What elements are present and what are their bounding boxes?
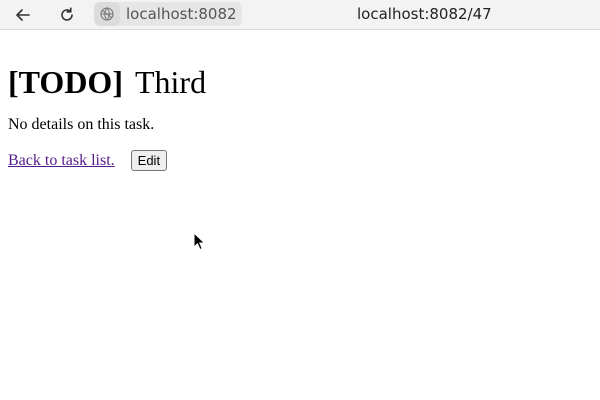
- task-name: Third: [134, 64, 207, 100]
- page-url-title: localhost:8082/47: [357, 5, 492, 23]
- task-actions: Back to task list. Edit: [8, 150, 206, 171]
- page-content: [TODO] Third No details on this task. Bac…: [8, 36, 206, 171]
- task-status: [TODO]: [8, 64, 123, 100]
- address-host: localhost:8082: [126, 5, 237, 23]
- back-to-list-link[interactable]: Back to task list.: [8, 152, 115, 170]
- reload-icon[interactable]: [56, 4, 78, 26]
- arrow-left-icon[interactable]: [12, 4, 34, 26]
- edit-button[interactable]: Edit: [130, 150, 168, 171]
- task-details: No details on this task.: [8, 116, 155, 133]
- mouse-cursor-icon: [193, 231, 207, 252]
- browser-toolbar: localhost:8082 localhost:8082/47: [0, 0, 600, 30]
- address-bar[interactable]: localhost:8082: [94, 2, 242, 26]
- page-title: [TODO] Third: [8, 64, 206, 100]
- globe-icon: [94, 2, 120, 26]
